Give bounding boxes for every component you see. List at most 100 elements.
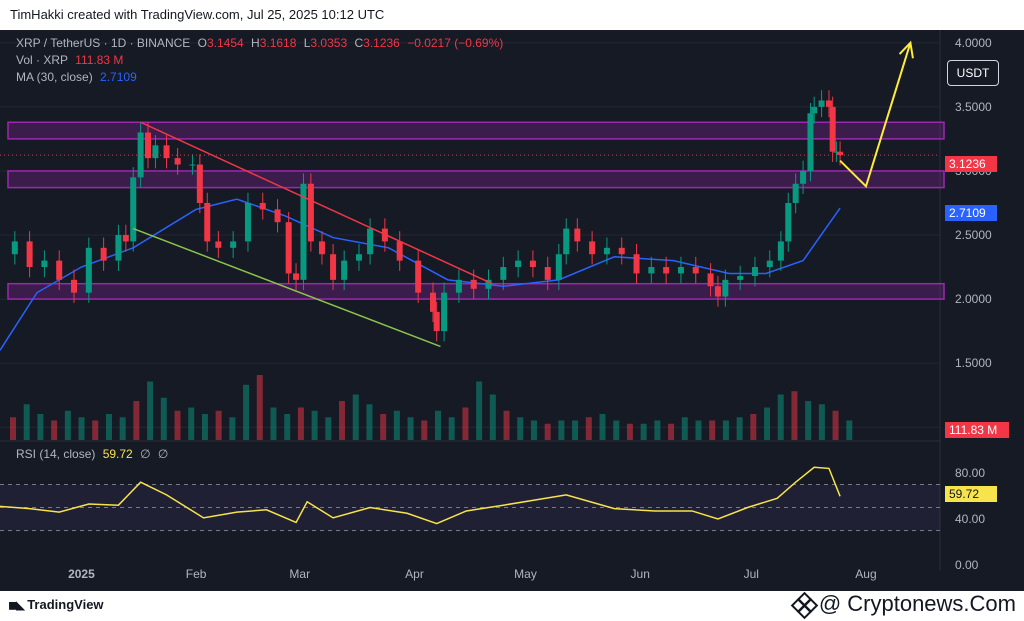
- volume-bar: [284, 414, 291, 440]
- volume-bar: [764, 407, 771, 440]
- volume-bar: [544, 423, 551, 440]
- candle-body: [355, 254, 362, 261]
- candle-body: [318, 241, 325, 255]
- cryptonews-logo-icon: [790, 591, 819, 620]
- legend-o-value: 3.1454: [206, 36, 244, 50]
- volume-bar: [92, 420, 99, 440]
- volume-bar: [407, 417, 414, 440]
- volume-bar: [78, 417, 85, 440]
- chart-area[interactable]: 4.00003.50003.00002.50002.00001.50001.00…: [0, 30, 1024, 591]
- candle-body: [722, 279, 729, 297]
- candle-body: [589, 241, 596, 255]
- candle-body: [145, 132, 152, 159]
- volume-bar: [10, 417, 16, 440]
- volume-bar: [160, 397, 167, 440]
- volume-bar: [585, 417, 592, 440]
- candle-body: [714, 286, 721, 297]
- candle-body: [544, 267, 551, 280]
- volume-bar: [325, 417, 332, 440]
- volume-bar: [777, 394, 784, 440]
- time-tick-label: Apr: [405, 567, 424, 581]
- volume-bar: [640, 423, 647, 440]
- time-tick-label: May: [514, 567, 537, 581]
- price-chart[interactable]: 4.00003.50003.00002.50002.00001.50001.00…: [0, 30, 1024, 591]
- volume-bar: [147, 381, 154, 440]
- price-tick-label: 4.0000: [955, 36, 992, 50]
- candle-body: [56, 260, 63, 280]
- volume-bar: [229, 417, 236, 440]
- volume-bar: [489, 394, 496, 440]
- price-tick-label: 1.5000: [955, 356, 992, 370]
- watermark-text: @ Cryptonews.Com: [818, 591, 1016, 616]
- tradingview-logo-icon: ◼◣: [8, 597, 25, 612]
- candle-body: [500, 267, 507, 280]
- volume-bar: [133, 401, 140, 440]
- ma-price-tag: 2.7109: [945, 205, 997, 221]
- candle-body: [367, 228, 374, 255]
- legend-volume: Vol · XRP 111.83 M: [16, 53, 123, 67]
- volume-bar: [51, 420, 58, 440]
- volume-bar: [722, 420, 729, 440]
- candle-body: [529, 260, 536, 268]
- tradingview-brand: TradingView: [27, 597, 104, 612]
- candle-body: [818, 100, 825, 107]
- volume-bar: [668, 423, 675, 440]
- footer: ◼◣ TradingView @ Cryptonews.Com: [0, 591, 1024, 621]
- volume-bar: [339, 401, 346, 440]
- volume-bars: [10, 375, 853, 440]
- candle-body: [130, 177, 137, 242]
- volume-bar: [805, 401, 812, 440]
- volume-bar: [846, 420, 853, 440]
- candle-body: [751, 267, 758, 276]
- candle-body: [196, 164, 203, 203]
- legend-rsi-label: RSI (14, close): [16, 447, 96, 461]
- volume-bar: [558, 420, 565, 440]
- candle-body: [215, 241, 222, 248]
- candle-body: [122, 235, 129, 242]
- volume-bar: [695, 420, 702, 440]
- time-tick-label: Jul: [744, 567, 759, 581]
- volume-bar: [380, 414, 387, 440]
- legend-ma-value: 2.7109: [100, 70, 137, 84]
- currency-button[interactable]: USDT: [947, 60, 999, 86]
- candle-body: [85, 247, 92, 293]
- legend-change: −0.0217 (−0.69%): [407, 36, 504, 50]
- candle-body: [792, 183, 799, 203]
- candle-body: [204, 202, 211, 242]
- time-tick-label: Jun: [631, 567, 650, 581]
- volume-bar: [23, 404, 30, 440]
- price-tick-label: 2.0000: [955, 292, 992, 306]
- tradingview-logo[interactable]: ◼◣ TradingView: [8, 597, 104, 612]
- candle-body: [174, 158, 181, 165]
- candle-body: [441, 292, 448, 332]
- candle-body: [396, 241, 403, 261]
- time-tick-label: 2025: [68, 567, 95, 581]
- legend-l-value: 3.0353: [310, 36, 348, 50]
- attribution-text: TimHakki created with TradingView.com, J…: [10, 7, 385, 22]
- legend-h-value: 3.1618: [259, 36, 297, 50]
- volume-bar: [421, 420, 428, 440]
- volume-bar: [37, 414, 44, 440]
- candle-body: [515, 260, 522, 268]
- rsi-band-fill: [0, 484, 940, 531]
- legend-rsi-extra1: ∅: [140, 447, 151, 461]
- last-price-tag: 3.1236: [945, 156, 997, 172]
- candle-body: [11, 241, 18, 255]
- time-tick-label: Mar: [289, 567, 310, 581]
- volume-bar: [119, 417, 126, 440]
- price-tick-label: 2.5000: [955, 228, 992, 242]
- candle-body: [811, 106, 818, 114]
- candle-body: [692, 267, 699, 274]
- candle-body: [648, 267, 655, 274]
- candle-body: [26, 241, 33, 268]
- time-tick-label: Feb: [186, 567, 207, 581]
- candle-body: [415, 260, 422, 293]
- candle-body: [663, 267, 670, 274]
- volume-bar: [64, 410, 71, 440]
- candle-body: [785, 202, 792, 242]
- candle-body: [574, 228, 581, 242]
- candle-body: [115, 235, 122, 261]
- volume-bar: [750, 414, 757, 440]
- volume-bar: [256, 375, 263, 440]
- volume-bar: [517, 417, 524, 440]
